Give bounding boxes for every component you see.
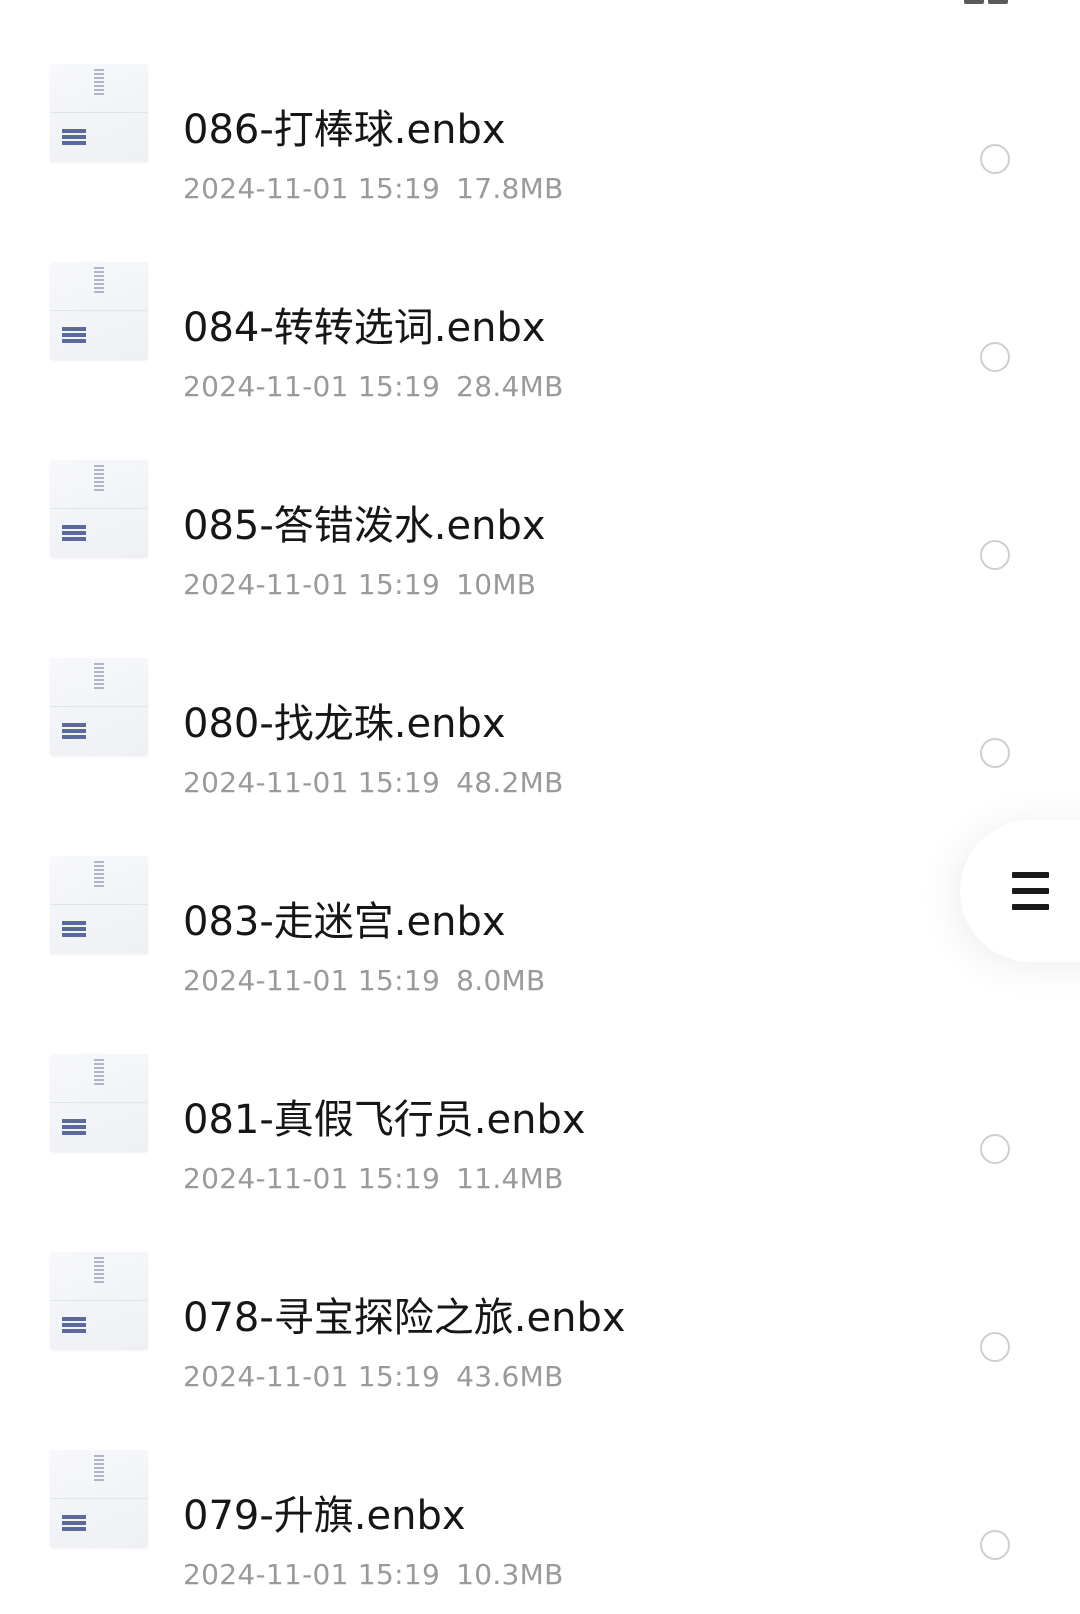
file-size: 8.0MB — [456, 964, 546, 997]
file-meta: 2024-11-01 15:19 10.3MB — [183, 1556, 564, 1594]
file-date: 2024-11-01 15:19 — [183, 1558, 441, 1591]
radio-unchecked-icon[interactable] — [980, 1332, 1010, 1362]
file-name: 085-答错泼水.enbx — [183, 503, 546, 549]
file-name: 086-打棒球.enbx — [183, 107, 506, 153]
file-date: 2024-11-01 15:19 — [183, 1162, 441, 1195]
file-name: 083-走迷宫.enbx — [183, 899, 506, 945]
list-item[interactable]: 080-找龙珠.enbx 2024-11-01 15:19 48.2MB — [0, 624, 1080, 822]
list-item[interactable]: 086-打棒球.enbx 2024-11-01 15:19 17.8MB — [0, 30, 1080, 228]
file-meta: 2024-11-01 15:19 8.0MB — [183, 962, 546, 1000]
zip-archive-icon — [50, 1450, 148, 1548]
file-name: 081-真假飞行员.enbx — [183, 1097, 586, 1143]
file-meta: 2024-11-01 15:19 17.8MB — [183, 170, 564, 208]
list-item[interactable]: 084-转转选词.enbx 2024-11-01 15:19 28.4MB — [0, 228, 1080, 426]
zip-archive-icon — [50, 262, 148, 360]
list-item[interactable]: 083-走迷宫.enbx 2024-11-01 15:19 8.0MB — [0, 822, 1080, 1020]
list-item[interactable]: 081-真假飞行员.enbx 2024-11-01 15:19 11.4MB — [0, 1020, 1080, 1218]
zip-archive-icon — [50, 460, 148, 558]
radio-unchecked-icon[interactable] — [980, 342, 1010, 372]
file-date: 2024-11-01 15:19 — [183, 1360, 441, 1393]
radio-unchecked-icon[interactable] — [980, 1134, 1010, 1164]
file-size: 11.4MB — [456, 1162, 564, 1195]
hamburger-menu-icon — [1012, 872, 1049, 910]
radio-unchecked-icon[interactable] — [980, 738, 1010, 768]
file-name: 084-转转选词.enbx — [183, 305, 546, 351]
radio-unchecked-icon[interactable] — [980, 144, 1010, 174]
file-list: 086-打棒球.enbx 2024-11-01 15:19 17.8MB 084-… — [0, 0, 1080, 1591]
file-meta: 2024-11-01 15:19 28.4MB — [183, 368, 564, 406]
zip-archive-icon — [50, 1252, 148, 1350]
radio-unchecked-icon[interactable] — [980, 540, 1010, 570]
file-date: 2024-11-01 15:19 — [183, 964, 441, 997]
zip-archive-icon — [50, 856, 148, 954]
file-meta: 2024-11-01 15:19 10MB — [183, 566, 536, 604]
file-meta: 2024-11-01 15:19 48.2MB — [183, 764, 564, 802]
file-name: 080-找龙珠.enbx — [183, 701, 506, 747]
zip-archive-icon — [50, 658, 148, 756]
file-name: 079-升旗.enbx — [183, 1493, 466, 1539]
zip-archive-icon — [50, 1054, 148, 1152]
file-size: 10MB — [456, 568, 537, 601]
zip-archive-icon — [50, 64, 148, 162]
file-size: 10.3MB — [456, 1558, 564, 1591]
file-size: 48.2MB — [456, 766, 564, 799]
file-name: 078-寻宝探险之旅.enbx — [183, 1295, 626, 1341]
file-size: 43.6MB — [456, 1360, 564, 1393]
file-meta: 2024-11-01 15:19 11.4MB — [183, 1160, 564, 1198]
file-size: 17.8MB — [456, 172, 564, 205]
file-date: 2024-11-01 15:19 — [183, 172, 441, 205]
file-date: 2024-11-01 15:19 — [183, 766, 441, 799]
file-size: 28.4MB — [456, 370, 564, 403]
list-item[interactable]: 078-寻宝探险之旅.enbx 2024-11-01 15:19 43.6MB — [0, 1218, 1080, 1416]
list-item[interactable]: 079-升旗.enbx 2024-11-01 15:19 10.3MB — [0, 1416, 1080, 1614]
file-meta: 2024-11-01 15:19 43.6MB — [183, 1358, 564, 1396]
list-item[interactable]: 085-答错泼水.enbx 2024-11-01 15:19 10MB — [0, 426, 1080, 624]
file-date: 2024-11-01 15:19 — [183, 370, 441, 403]
radio-unchecked-icon[interactable] — [980, 1530, 1010, 1560]
file-date: 2024-11-01 15:19 — [183, 568, 441, 601]
